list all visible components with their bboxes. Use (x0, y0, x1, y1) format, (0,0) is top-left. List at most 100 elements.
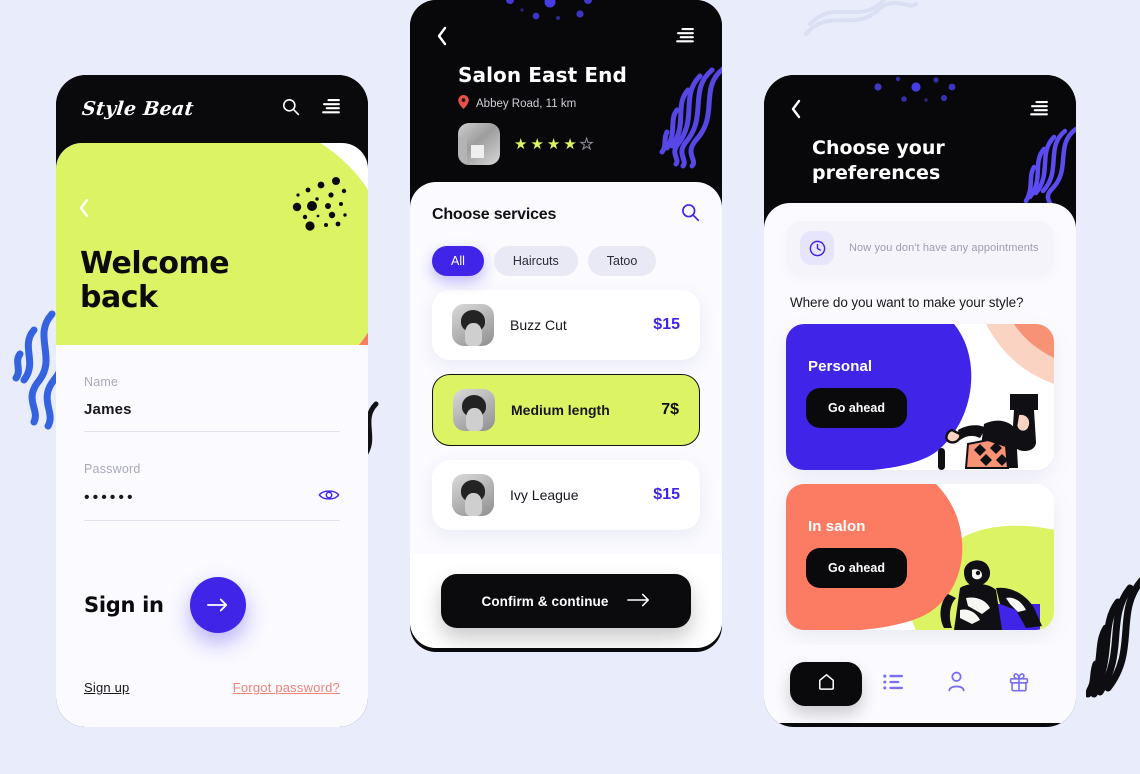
star-filled: ★ (563, 135, 577, 153)
title-line-1: Choose your (812, 137, 945, 159)
services-title: Choose services (432, 205, 557, 223)
confirm-continue-button[interactable]: Confirm & continue (441, 574, 691, 628)
list-icon (883, 673, 904, 696)
grey-squiggle-top (804, 0, 918, 36)
go-ahead-button-in-salon[interactable]: Go ahead (806, 548, 907, 588)
person-icon (947, 671, 966, 697)
name-label: Name (84, 375, 119, 389)
menu-icon[interactable] (320, 98, 342, 120)
menu-icon[interactable] (674, 28, 696, 49)
name-input[interactable]: James (84, 401, 340, 418)
clock-icon (800, 231, 834, 265)
bottom-navigation (764, 645, 1076, 723)
black-squiggle-right (1086, 577, 1140, 698)
gift-icon (1009, 672, 1029, 697)
service-name: Ivy League (510, 487, 579, 503)
salon-header: Salon East End Abbey Road, 11 km ★ ★ ★ ★ (410, 0, 722, 186)
category-chips: All Haircuts Tatoo (432, 246, 700, 276)
card-label: In salon (808, 518, 866, 535)
salon-address: Abbey Road, 11 km (458, 95, 722, 112)
service-avatar (452, 474, 494, 516)
back-chevron-icon[interactable] (78, 198, 90, 222)
preferences-sheet: Now you don't have any appointments Wher… (764, 203, 1076, 723)
canvas: Style Beat Welcome back Name James Passw… (0, 0, 1140, 774)
nav-item-gifts[interactable] (987, 672, 1050, 697)
welcome-line-2: back (80, 279, 158, 315)
phone-screen-signin: Style Beat Welcome back Name James Passw… (56, 75, 368, 727)
chip-tatoo[interactable]: Tatoo (587, 246, 657, 276)
rating-stars: ★ ★ ★ ★ ★ (514, 135, 594, 153)
salon-topbar (410, 0, 722, 51)
service-name: Buzz Cut (510, 317, 567, 333)
go-ahead-button-personal[interactable]: Go ahead (806, 388, 907, 428)
chip-all[interactable]: All (432, 246, 484, 276)
dot-cluster-decoration (292, 177, 347, 231)
preferences-topbar (764, 75, 1076, 124)
arrow-right-icon (626, 593, 651, 610)
preference-card-personal[interactable]: Personal Go ahead (786, 324, 1054, 470)
appointments-notice: Now you don't have any appointments (786, 221, 1054, 275)
back-chevron-icon[interactable] (436, 26, 448, 51)
signin-form: Name James Password •••••• Sign in Sign … (56, 345, 368, 727)
phone-screen-services: Salon East End Abbey Road, 11 km ★ ★ ★ ★ (410, 0, 722, 652)
back-chevron-icon[interactable] (790, 99, 802, 124)
password-label: Password (84, 462, 141, 476)
preference-card-in-salon[interactable]: In salon Go ahead (786, 484, 1054, 630)
app-topbar: Style Beat (56, 75, 368, 143)
password-underline (84, 520, 340, 521)
service-row-buzz-cut[interactable]: Buzz Cut $15 (432, 290, 700, 360)
star-empty: ★ (579, 135, 594, 153)
topbar-icons (281, 97, 342, 121)
signin-button[interactable] (189, 577, 246, 633)
salon-title: Salon East End (458, 63, 627, 87)
nav-item-profile[interactable] (925, 671, 988, 697)
password-field-group: Password •••••• (84, 462, 340, 521)
hero-banner: Welcome back (56, 143, 368, 345)
nav-item-home[interactable] (790, 662, 862, 706)
name-field-group: Name James (84, 375, 340, 432)
signin-label: Sign in (84, 593, 164, 617)
welcome-line-1: Welcome (80, 246, 230, 281)
signup-link[interactable]: Sign up (84, 680, 130, 695)
services-sheet: Choose services All Haircuts Tatoo Buzz … (410, 182, 722, 648)
service-row-medium-length[interactable]: Medium length 7$ (432, 374, 700, 446)
home-icon (817, 672, 836, 696)
in-salon-illustration (940, 560, 1042, 630)
salon-meta-row: ★ ★ ★ ★ ★ (458, 123, 722, 165)
phone-screen-preferences: Choose your preferences Now you don't ha… (764, 75, 1076, 727)
service-price: 7$ (661, 401, 679, 418)
app-logo: Style Beat (80, 98, 195, 120)
personal-illustration (938, 394, 1038, 470)
eye-icon[interactable] (318, 488, 340, 507)
search-icon[interactable] (281, 97, 300, 121)
nav-item-list[interactable] (862, 673, 925, 696)
star-filled: ★ (546, 135, 561, 153)
chip-haircuts[interactable]: Haircuts (493, 246, 578, 276)
salon-thumbnail (458, 123, 500, 165)
service-avatar (452, 304, 494, 346)
service-name: Medium length (511, 402, 610, 418)
confirm-label: Confirm & continue (481, 593, 609, 609)
menu-icon[interactable] (1028, 101, 1050, 122)
forgot-password-link[interactable]: Forgot password? (233, 680, 340, 695)
name-underline (84, 431, 340, 432)
search-icon[interactable] (680, 202, 700, 227)
salon-address-text: Abbey Road, 11 km (476, 97, 577, 110)
card-label: Personal (808, 358, 873, 375)
auth-links: Sign up Forgot password? (84, 680, 340, 695)
star-filled: ★ (530, 135, 544, 153)
preferences-question: Where do you want to make your style? (790, 295, 1024, 310)
location-pin-icon (458, 95, 469, 112)
password-input[interactable]: •••••• (84, 489, 136, 507)
page-title: Choose your preferences (812, 136, 1076, 185)
preferences-header: Choose your preferences (764, 75, 1076, 207)
services-footer: Confirm & continue (410, 554, 722, 648)
service-price: $15 (653, 316, 680, 333)
service-avatar (453, 389, 495, 431)
notice-text: Now you don't have any appointments (849, 242, 1039, 254)
signin-row: Sign in (84, 577, 340, 633)
services-header: Choose services (432, 202, 700, 227)
title-line-2: preferences (812, 161, 941, 184)
service-row-ivy-league[interactable]: Ivy League $15 (432, 460, 700, 530)
page-title: Welcome back (80, 246, 230, 315)
